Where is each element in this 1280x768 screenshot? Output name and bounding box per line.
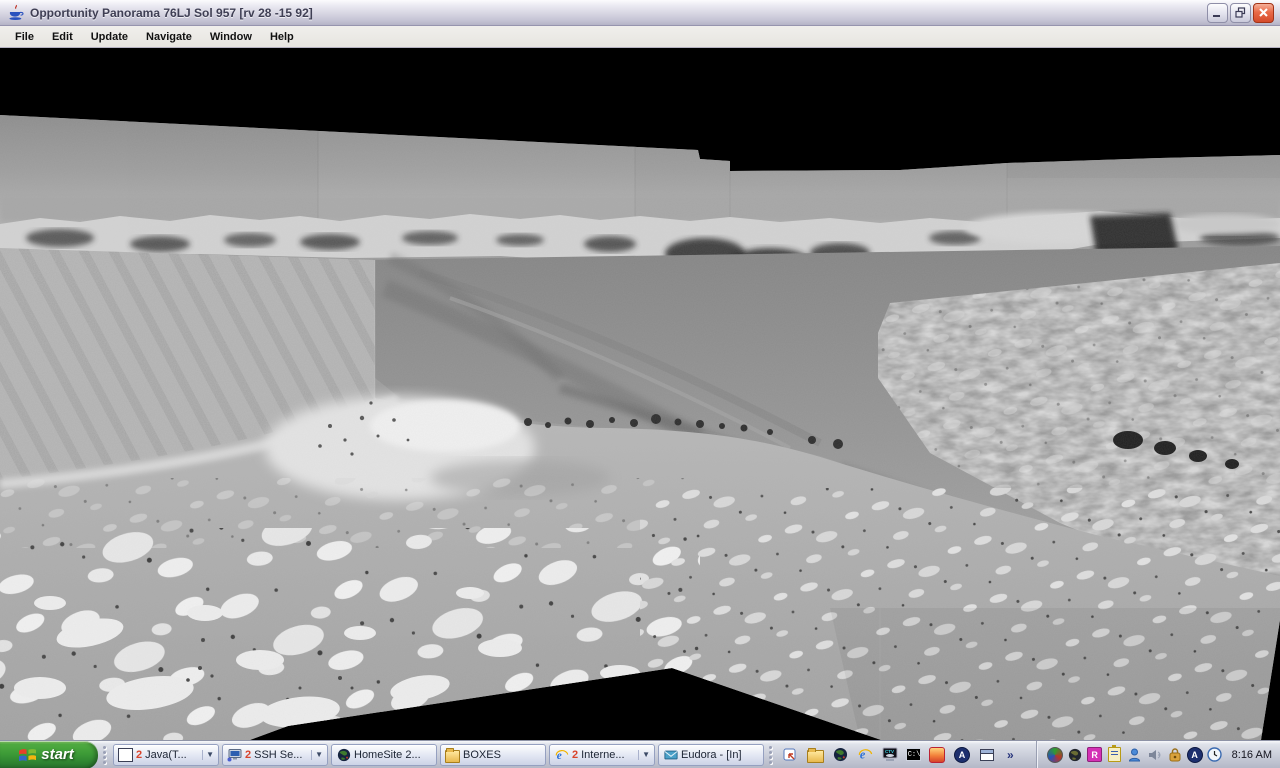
folder-icon[interactable] <box>806 746 824 764</box>
taskbutton-label: SSH Se... <box>254 749 308 761</box>
menu-file[interactable]: File <box>6 29 43 45</box>
taskbutton-eudora[interactable]: Eudora - [In] <box>658 744 764 766</box>
restore-button[interactable] <box>1230 3 1251 23</box>
menu-edit[interactable]: Edit <box>43 29 82 45</box>
quicklaunch-overflow-chevron[interactable]: » <box>1003 748 1018 762</box>
quicklaunch-grip[interactable] <box>766 745 775 765</box>
clock-tray-icon[interactable] <box>1207 747 1223 763</box>
start-label: start <box>41 746 80 763</box>
windows-flag-icon <box>18 746 37 763</box>
ssh-terminal-icon <box>227 748 242 762</box>
menubar: File Edit Update Navigate Window Help <box>0 26 1280 48</box>
restore-icon <box>1235 7 1246 18</box>
window-titlebar[interactable]: Opportunity Panorama 76LJ Sol 957 [rv 28… <box>0 0 1280 26</box>
taskbutton-label: BOXES <box>463 749 541 761</box>
minimize-icon <box>1212 7 1223 18</box>
start-button[interactable]: start <box>0 741 98 768</box>
task-buttons: 2 Java(T... ▼ 2 SSH Se... ▼ HomeSite 2..… <box>113 744 764 766</box>
menu-help[interactable]: Help <box>261 29 303 45</box>
taskbutton-label: HomeSite 2... <box>354 749 432 761</box>
show-desktop-icon[interactable] <box>781 746 799 764</box>
taskbutton-java[interactable]: 2 Java(T... ▼ <box>113 744 219 766</box>
window-controls <box>1207 3 1276 23</box>
taskbutton-boxes[interactable]: BOXES <box>440 744 546 766</box>
taskbutton-homesite[interactable]: HomeSite 2... <box>331 744 437 766</box>
java-window-icon <box>118 748 133 762</box>
command-prompt-icon[interactable]: C:\ <box>906 748 921 761</box>
taskbutton-label: Java(T... <box>145 749 199 761</box>
mars-panorama-mosaic <box>0 48 1280 740</box>
window-app-icon[interactable] <box>978 746 996 764</box>
ctv-monitor-icon[interactable]: CTV <box>881 746 899 764</box>
taskbar-grip[interactable] <box>100 745 109 765</box>
menu-navigate[interactable]: Navigate <box>137 29 201 45</box>
tray-clock: 8:16 AM <box>1232 749 1272 761</box>
magenta-app-icon[interactable]: R <box>1087 747 1103 763</box>
system-tray: R A 8:16 AM <box>1036 741 1280 768</box>
eudora-mail-icon <box>663 748 678 762</box>
color-swirl-icon[interactable] <box>1047 747 1063 763</box>
globe-icon <box>336 748 351 762</box>
svg-text:CTV: CTV <box>885 749 894 754</box>
quick-launch-bar: e CTV C:\ A » <box>781 746 1018 764</box>
menu-window[interactable]: Window <box>201 29 261 45</box>
close-icon <box>1258 7 1269 18</box>
clipboard-icon[interactable] <box>1107 747 1123 763</box>
group-dropdown-arrow[interactable]: ▼ <box>311 750 323 760</box>
messenger-person-icon[interactable] <box>1127 747 1143 763</box>
desktop-screen: Opportunity Panorama 76LJ Sol 957 [rv 28… <box>0 0 1280 768</box>
taskbutton-ssh[interactable]: 2 SSH Se... ▼ <box>222 744 328 766</box>
panorama-viewer[interactable] <box>0 48 1280 740</box>
taskbar: start 2 Java(T... ▼ 2 SSH Se... ▼ <box>0 740 1280 768</box>
taskbutton-internet[interactable]: e 2 Interne... ▼ <box>549 744 655 766</box>
window-title: Opportunity Panorama 76LJ Sol 957 [rv 28… <box>30 6 313 20</box>
taskbutton-label: Interne... <box>581 749 635 761</box>
globe-icon[interactable] <box>831 746 849 764</box>
close-button[interactable] <box>1253 3 1274 23</box>
gold-lock-icon[interactable] <box>1167 747 1183 763</box>
menu-update[interactable]: Update <box>82 29 137 45</box>
java-coffee-cup-icon <box>7 4 25 22</box>
group-dropdown-arrow[interactable]: ▼ <box>638 750 650 760</box>
orange-app-icon[interactable] <box>928 746 946 764</box>
group-count: 2 <box>245 749 251 761</box>
taskbutton-label: Eudora - [In] <box>681 749 759 761</box>
group-count: 2 <box>136 749 142 761</box>
group-count: 2 <box>572 749 578 761</box>
folder-icon <box>445 748 460 762</box>
internet-explorer-icon: e <box>554 748 569 762</box>
blue-a-icon[interactable]: A <box>953 746 971 764</box>
group-dropdown-arrow[interactable]: ▼ <box>202 750 214 760</box>
volume-icon[interactable] <box>1147 747 1163 763</box>
minimize-button[interactable] <box>1207 3 1228 23</box>
globe-tray-icon[interactable] <box>1067 747 1083 763</box>
internet-explorer-icon[interactable]: e <box>856 746 874 764</box>
blue-a-tray-icon[interactable]: A <box>1187 747 1203 763</box>
